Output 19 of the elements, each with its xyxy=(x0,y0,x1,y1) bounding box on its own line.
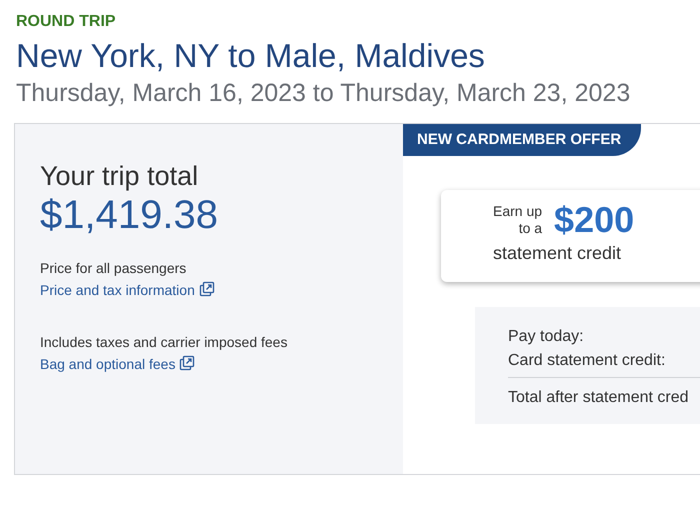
statement-credit-text: statement credit xyxy=(493,242,622,265)
payment-label: Pay today: xyxy=(508,327,584,347)
trip-total-heading: Your trip total xyxy=(40,160,198,192)
fees-link[interactable]: Bag and optional fees xyxy=(40,352,196,376)
earn-text: to a xyxy=(518,220,542,237)
external-link-icon xyxy=(179,355,196,371)
fees-note: Includes taxes and carrier imposed fees xyxy=(40,333,288,352)
price-info-link[interactable]: Price and tax information xyxy=(40,278,215,302)
offer-amount: $200 xyxy=(554,200,634,240)
offer-banner: NEW CARDMEMBER OFFER xyxy=(403,124,641,156)
total-after-credit-label: Total after statement cred xyxy=(508,388,689,408)
external-link-icon xyxy=(198,281,215,297)
trip-total-amount: $1,419.38 xyxy=(40,192,218,238)
trip-dates: Thursday, March 16, 2023 to Thursday, March 23, 2023 xyxy=(16,78,630,109)
price-note: Price for all passengers xyxy=(40,259,186,278)
route-title: New York, NY to Male, Maldives xyxy=(16,36,485,76)
trip-type-label: ROUND TRIP xyxy=(16,12,116,32)
payment-label: Card statement credit: xyxy=(508,351,666,371)
earn-text: Earn up xyxy=(493,203,542,220)
